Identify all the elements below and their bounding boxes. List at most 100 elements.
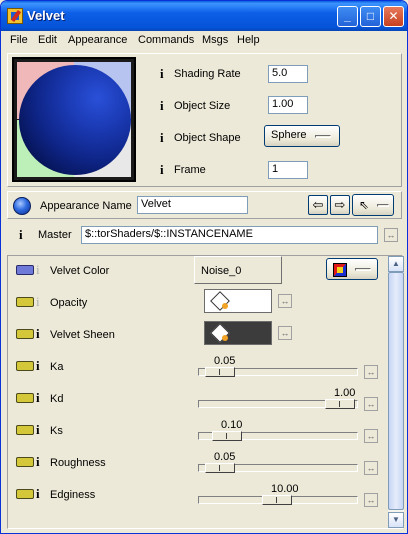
slider-thumb[interactable]	[212, 431, 242, 441]
master-input[interactable]: $::torShaders/$::INSTANCENAME	[81, 226, 378, 244]
param-roughness: i Roughness 0.05 ↔	[8, 448, 386, 480]
forward-arrow-icon[interactable]: ⇨	[330, 195, 350, 215]
menu-msgs[interactable]: Msgs	[202, 34, 228, 46]
vertical-scrollbar[interactable]: ▲ ▼	[388, 256, 404, 528]
param-chip[interactable]	[16, 425, 34, 435]
preview-panel: i Shading Rate 5.0 i Object Size 1.00 i …	[7, 53, 402, 187]
param-ka: i Ka 0.05 ↔	[8, 352, 386, 384]
menu-bar: File Edit Appearance Commands Msgs Help	[1, 31, 407, 50]
palette-dropdown[interactable]	[326, 258, 378, 280]
menu-edit[interactable]: Edit	[38, 34, 57, 46]
window-title: Velvet	[27, 8, 65, 23]
kd-slider[interactable]	[198, 399, 358, 409]
link-icon[interactable]: ↔	[364, 493, 378, 507]
info-icon[interactable]: i	[19, 227, 23, 243]
appearance-name-row: Appearance Name Velvet ⇦ ⇨ ⇖	[7, 191, 402, 219]
title-bar[interactable]: Velvet _ □ ✕	[1, 1, 407, 31]
info-icon[interactable]: i	[160, 162, 164, 178]
param-label: Roughness	[50, 457, 106, 469]
slider-value: 0.05	[214, 355, 236, 367]
param-chip[interactable]	[16, 457, 34, 467]
param-ks: i Ks 0.10 ↔	[8, 416, 386, 448]
info-icon[interactable]: i	[36, 422, 40, 438]
back-arrow-icon[interactable]: ⇦	[308, 195, 328, 215]
app-window: Velvet _ □ ✕ File Edit Appearance Comman…	[0, 0, 408, 534]
link-icon[interactable]: ↔	[364, 429, 378, 443]
param-label: Opacity	[50, 297, 88, 309]
menu-help[interactable]: Help	[237, 34, 260, 46]
object-shape-dropdown[interactable]: Sphere	[264, 125, 340, 147]
scroll-up-icon[interactable]: ▲	[388, 256, 404, 272]
app-icon[interactable]	[7, 8, 23, 24]
info-icon[interactable]: i	[36, 358, 40, 374]
slider-value: 10.00	[271, 483, 299, 495]
link-icon[interactable]: ↔	[278, 326, 292, 340]
appearance-name-input[interactable]: Velvet	[137, 196, 248, 214]
appearance-name-label: Appearance Name	[40, 200, 132, 212]
noise-button[interactable]: Noise_0	[194, 256, 282, 284]
appearance-icon[interactable]	[13, 197, 31, 215]
info-icon[interactable]: i	[160, 130, 164, 146]
param-chip[interactable]	[16, 297, 34, 307]
maximize-button[interactable]: □	[360, 6, 381, 27]
info-icon[interactable]: i	[36, 454, 40, 470]
menu-file[interactable]: File	[10, 34, 28, 46]
link-icon[interactable]: ↔	[278, 294, 292, 308]
object-size-input[interactable]: 1.00	[268, 96, 308, 114]
frame-input[interactable]: 1	[268, 161, 308, 179]
info-icon[interactable]: i	[160, 66, 164, 82]
param-chip[interactable]	[16, 393, 34, 403]
slider-value: 1.00	[334, 387, 356, 399]
object-shape-value: Sphere	[271, 129, 307, 141]
sheen-swatch[interactable]	[204, 321, 272, 345]
info-icon[interactable]: i	[36, 326, 40, 342]
edginess-slider[interactable]	[198, 495, 358, 505]
param-edginess: i Edginess 10.00 ↔	[8, 480, 386, 512]
param-label: Kd	[50, 393, 64, 405]
opacity-swatch[interactable]	[204, 289, 272, 313]
param-label: Velvet Color	[50, 265, 110, 277]
param-opacity: i Opacity ↔	[8, 288, 386, 320]
slider-thumb[interactable]	[205, 463, 235, 473]
minimize-button[interactable]: _	[337, 6, 358, 27]
menu-appearance[interactable]: Appearance	[68, 34, 127, 46]
param-chip[interactable]	[16, 329, 34, 339]
link-icon[interactable]: ↔	[384, 228, 398, 242]
palette-icon	[333, 263, 347, 277]
shading-rate-label: Shading Rate	[174, 68, 241, 80]
slider-thumb[interactable]	[262, 495, 292, 505]
parameter-list: i Velvet Color Noise_0 i Opacity ↔ i Vel…	[7, 255, 404, 529]
info-icon[interactable]: i	[36, 294, 40, 310]
color-chip[interactable]	[16, 265, 34, 275]
link-icon[interactable]: ↔	[364, 365, 378, 379]
shading-rate-input[interactable]: 5.0	[268, 65, 308, 83]
close-button[interactable]: ✕	[383, 6, 404, 27]
link-icon[interactable]: ↔	[364, 461, 378, 475]
master-label: Master	[38, 229, 72, 241]
object-size-label: Object Size	[174, 100, 231, 112]
param-velvet-color: i Velvet Color Noise_0	[8, 256, 386, 288]
pointer-arrow-icon: ⇖	[359, 198, 370, 212]
param-chip[interactable]	[16, 361, 34, 371]
param-label: Edginess	[50, 489, 96, 501]
scroll-down-icon[interactable]: ▼	[388, 512, 404, 528]
ks-slider[interactable]	[198, 431, 358, 441]
slider-value: 0.05	[214, 451, 236, 463]
master-row: i Master $::torShaders/$::INSTANCENAME ↔	[7, 223, 402, 249]
info-icon[interactable]: i	[36, 486, 40, 502]
info-icon[interactable]: i	[36, 262, 40, 278]
slider-value: 0.10	[221, 419, 243, 431]
scroll-thumb[interactable]	[388, 272, 404, 510]
link-icon[interactable]: ↔	[364, 397, 378, 411]
ka-slider[interactable]	[198, 367, 358, 377]
param-chip[interactable]	[16, 489, 34, 499]
info-icon[interactable]: i	[36, 390, 40, 406]
slider-thumb[interactable]	[205, 367, 235, 377]
param-label: Velvet Sheen	[50, 329, 115, 341]
info-icon[interactable]: i	[160, 98, 164, 114]
slider-thumb[interactable]	[325, 399, 355, 409]
pointer-dropdown[interactable]: ⇖	[352, 194, 394, 216]
menu-commands[interactable]: Commands	[138, 34, 194, 46]
frame-label: Frame	[174, 164, 206, 176]
roughness-slider[interactable]	[198, 463, 358, 473]
